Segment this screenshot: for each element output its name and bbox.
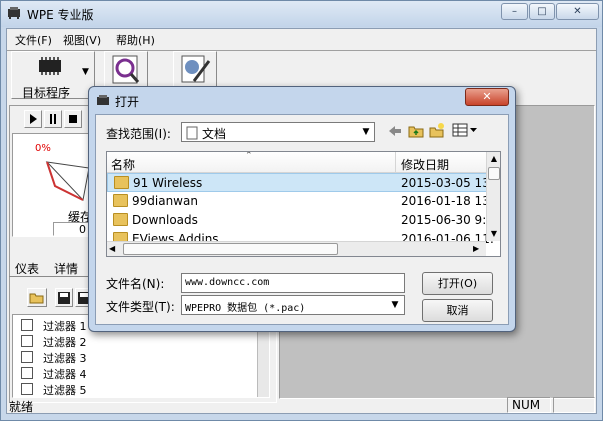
chevron-down-icon[interactable]: ▼ <box>82 67 89 77</box>
save-filter-button[interactable] <box>55 288 73 307</box>
play-button[interactable] <box>24 110 42 128</box>
new-folder-icon[interactable] <box>429 122 445 138</box>
chip-icon <box>36 56 64 76</box>
dialog-title: 打开 <box>115 95 140 109</box>
gauge-dial <box>45 161 90 202</box>
hscroll-thumb[interactable] <box>123 243 338 255</box>
open-filter-button[interactable] <box>27 288 47 307</box>
column-name[interactable]: 名称 <box>111 156 135 173</box>
file-row[interactable]: 99dianwan 2016-01-18 13:5 <box>107 192 495 211</box>
open-button[interactable]: 打开(O) <box>422 272 493 295</box>
close-button[interactable]: ✕ <box>556 3 599 20</box>
file-row[interactable]: 91 Wireless 2015-03-05 13:3 <box>107 173 495 192</box>
vertical-scrollbar[interactable]: ▲ ▼ <box>486 152 500 241</box>
magnifier-icon <box>112 55 140 84</box>
close-icon: ✕ <box>573 6 582 17</box>
column-date[interactable]: 修改日期 <box>401 156 449 173</box>
save-icon <box>58 292 70 304</box>
chevron-down-icon[interactable]: ▼ <box>358 124 374 140</box>
close-icon: ✕ <box>482 90 492 103</box>
column-divider[interactable] <box>395 152 396 173</box>
menu-view[interactable]: 视图(V) <box>59 31 105 50</box>
filter-item[interactable]: 过滤器 2 <box>13 335 253 351</box>
tab-details[interactable]: 详情 <box>54 260 78 277</box>
filename-label: 文件名(N): <box>106 277 165 291</box>
minimize-icon: – <box>512 6 517 17</box>
file-list-header: 名称 ⌃ 修改日期 <box>107 152 486 173</box>
scrollbar-thumb[interactable] <box>488 167 500 180</box>
filter-checkbox[interactable] <box>21 351 33 363</box>
gauge-panel: 0% 缓存 0 <box>12 133 92 237</box>
scroll-up-icon[interactable]: ▲ <box>487 152 500 166</box>
horizontal-scrollbar[interactable]: ◀ ▶ <box>107 241 486 256</box>
open-dialog: 打开 ✕ 查找范围(I): 文档 ▼ 名称 ⌃ 修改日期 91 Wireless… <box>88 86 516 332</box>
look-in-value: 文档 <box>202 127 227 141</box>
edit-button[interactable] <box>173 51 217 87</box>
maximize-button[interactable]: □ <box>529 3 555 20</box>
filename-input[interactable]: www.downcc.com <box>181 273 405 293</box>
capture-button[interactable] <box>104 51 148 87</box>
gauge-percent: 0% <box>35 143 51 154</box>
chevron-down-icon[interactable]: ▼ <box>387 297 403 313</box>
scroll-down-icon[interactable]: ▼ <box>487 227 500 241</box>
title-bar[interactable]: WPE 专业版 – □ ✕ <box>1 1 602 27</box>
filter-item[interactable]: 过滤器 4 <box>13 367 253 383</box>
filetype-select[interactable]: WPEPRO 数据包 (*.pac) ▼ <box>181 295 405 315</box>
window-title: WPE 专业版 <box>27 8 94 22</box>
look-in-label: 查找范围(I): <box>106 127 171 141</box>
status-pane <box>553 397 595 413</box>
dialog-app-icon <box>96 94 110 108</box>
tab-gauge[interactable]: 仪表 <box>15 260 39 277</box>
minimize-button[interactable]: – <box>501 3 528 20</box>
folder-open-icon <box>29 293 44 304</box>
pen-icon <box>181 55 211 83</box>
back-arrow-icon[interactable] <box>388 125 402 137</box>
folder-icon <box>114 176 129 189</box>
dialog-close-button[interactable]: ✕ <box>465 88 509 106</box>
document-icon <box>186 126 198 140</box>
filetype-value: WPEPRO 数据包 (*.pac) <box>185 303 306 314</box>
app-icon <box>7 6 21 20</box>
target-program-label: 目标程序 <box>22 86 71 100</box>
filter-checkbox[interactable] <box>21 383 33 395</box>
up-folder-icon[interactable] <box>408 123 424 138</box>
view-menu-icon[interactable] <box>452 123 478 137</box>
folder-icon <box>113 213 128 226</box>
filetype-label: 文件类型(T): <box>106 300 175 314</box>
menu-help[interactable]: 帮助(H) <box>112 31 159 50</box>
sort-ascending-icon: ⌃ <box>245 151 253 161</box>
scroll-left-icon[interactable]: ◀ <box>109 244 115 253</box>
pause-button[interactable] <box>44 110 62 128</box>
filter-item[interactable]: 过滤器 3 <box>13 351 253 367</box>
num-lock-indicator: NUM <box>507 397 551 413</box>
filename-value: www.downcc.com <box>185 277 270 288</box>
filter-checkbox[interactable] <box>21 319 33 331</box>
menu-file[interactable]: 文件(F) <box>11 31 56 50</box>
buffer-value: 0 <box>79 223 86 236</box>
dialog-body: 查找范围(I): 文档 ▼ 名称 ⌃ 修改日期 91 Wireless 2015… <box>95 114 509 325</box>
look-in-combo[interactable]: 文档 ▼ <box>181 122 375 142</box>
menu-divider <box>7 50 596 51</box>
folder-icon <box>113 194 128 207</box>
file-row[interactable]: Downloads 2015-06-30 9:25 <box>107 211 495 230</box>
buffer-value-field: 0 <box>53 222 91 236</box>
maximize-icon: □ <box>537 6 547 17</box>
filter-checkbox[interactable] <box>21 367 33 379</box>
filter-item[interactable]: 过滤器 5 <box>13 383 253 397</box>
stop-button[interactable] <box>64 110 82 128</box>
status-text: 就绪 <box>9 400 34 414</box>
file-list: 名称 ⌃ 修改日期 91 Wireless 2015-03-05 13:3 99… <box>106 151 501 257</box>
cancel-button[interactable]: 取消 <box>422 299 493 322</box>
filter-checkbox[interactable] <box>21 335 33 347</box>
scroll-right-icon[interactable]: ▶ <box>473 244 479 253</box>
